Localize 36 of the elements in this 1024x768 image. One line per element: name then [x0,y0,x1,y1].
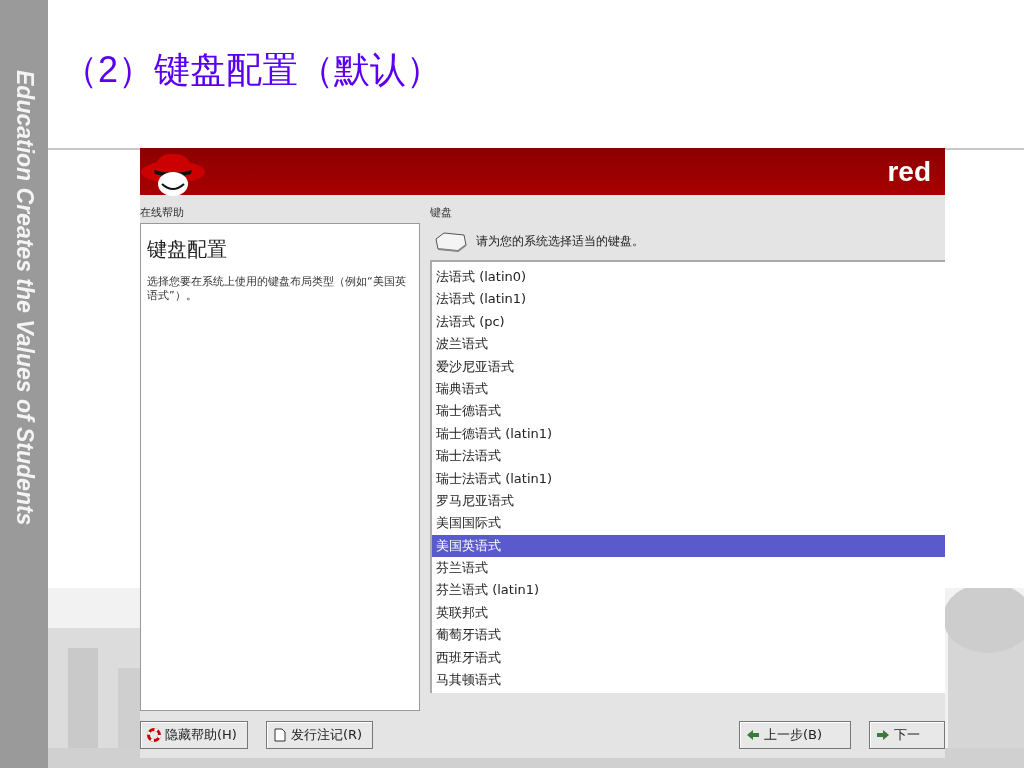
footer-button[interactable]: 发行注记(R) [265,721,374,749]
right-arrow-icon [876,728,890,742]
layout-item[interactable]: 波兰语式 [432,333,945,356]
footer-button[interactable]: 隐藏帮助(H) [140,721,248,749]
layout-item[interactable]: 法语式 (latin0) [432,266,945,289]
prompt-text: 请为您的系统选择适当的键盘。 [476,233,644,250]
layout-item[interactable]: 瑞典语式 [432,377,945,401]
footer-button[interactable]: 下一 [869,721,945,749]
layout-item[interactable]: 罗马尼亚语式 [432,489,945,513]
layout-item[interactable]: 瑞士法语式 (latin1) [432,467,945,490]
layout-item[interactable]: 美国英语式 [432,534,945,558]
footer-button[interactable]: 上一步(B) [739,721,851,749]
layout-item[interactable]: 爱沙尼亚语式 [432,355,945,378]
layout-item[interactable]: 芬兰语式 (latin1) [432,579,945,602]
help-text: 选择您要在系统上使用的键盘布局类型（例如“美国英语式”）。 [147,275,407,303]
brand-text: red [887,155,931,188]
layout-item[interactable]: 马其顿语式 [432,669,945,692]
lifebuoy-icon [147,728,161,742]
layout-item[interactable]: 瑞士德语式 (latin1) [432,422,945,446]
layout-item[interactable]: 瑞士德语式 [432,400,945,423]
keyboard-key-icon [434,230,468,253]
layout-item[interactable]: 法语式 (pc) [432,310,945,334]
panel-label: 键盘 [430,205,453,221]
panel-label: 在线帮助 [140,205,185,221]
document-icon [272,728,287,742]
layout-item[interactable]: 美国国际式 [432,512,945,535]
slide-title: （2）键盘配置（默认） [61,48,444,92]
layout-item[interactable]: 西班牙语式 [432,646,945,670]
layout-item[interactable]: 法语式 (latin1) [432,288,945,311]
layout-item[interactable]: 瑞士法语式 [432,445,945,468]
layout-item[interactable]: 芬兰语式 [432,557,945,580]
help-heading: 键盘配置 [147,236,228,263]
slogan-text: Education Creates the Values of Students [10,70,38,528]
layout-item[interactable]: 葡萄牙语式 [432,624,945,647]
left-arrow-icon [746,728,760,742]
layout-item[interactable]: 英联邦式 [432,601,945,625]
